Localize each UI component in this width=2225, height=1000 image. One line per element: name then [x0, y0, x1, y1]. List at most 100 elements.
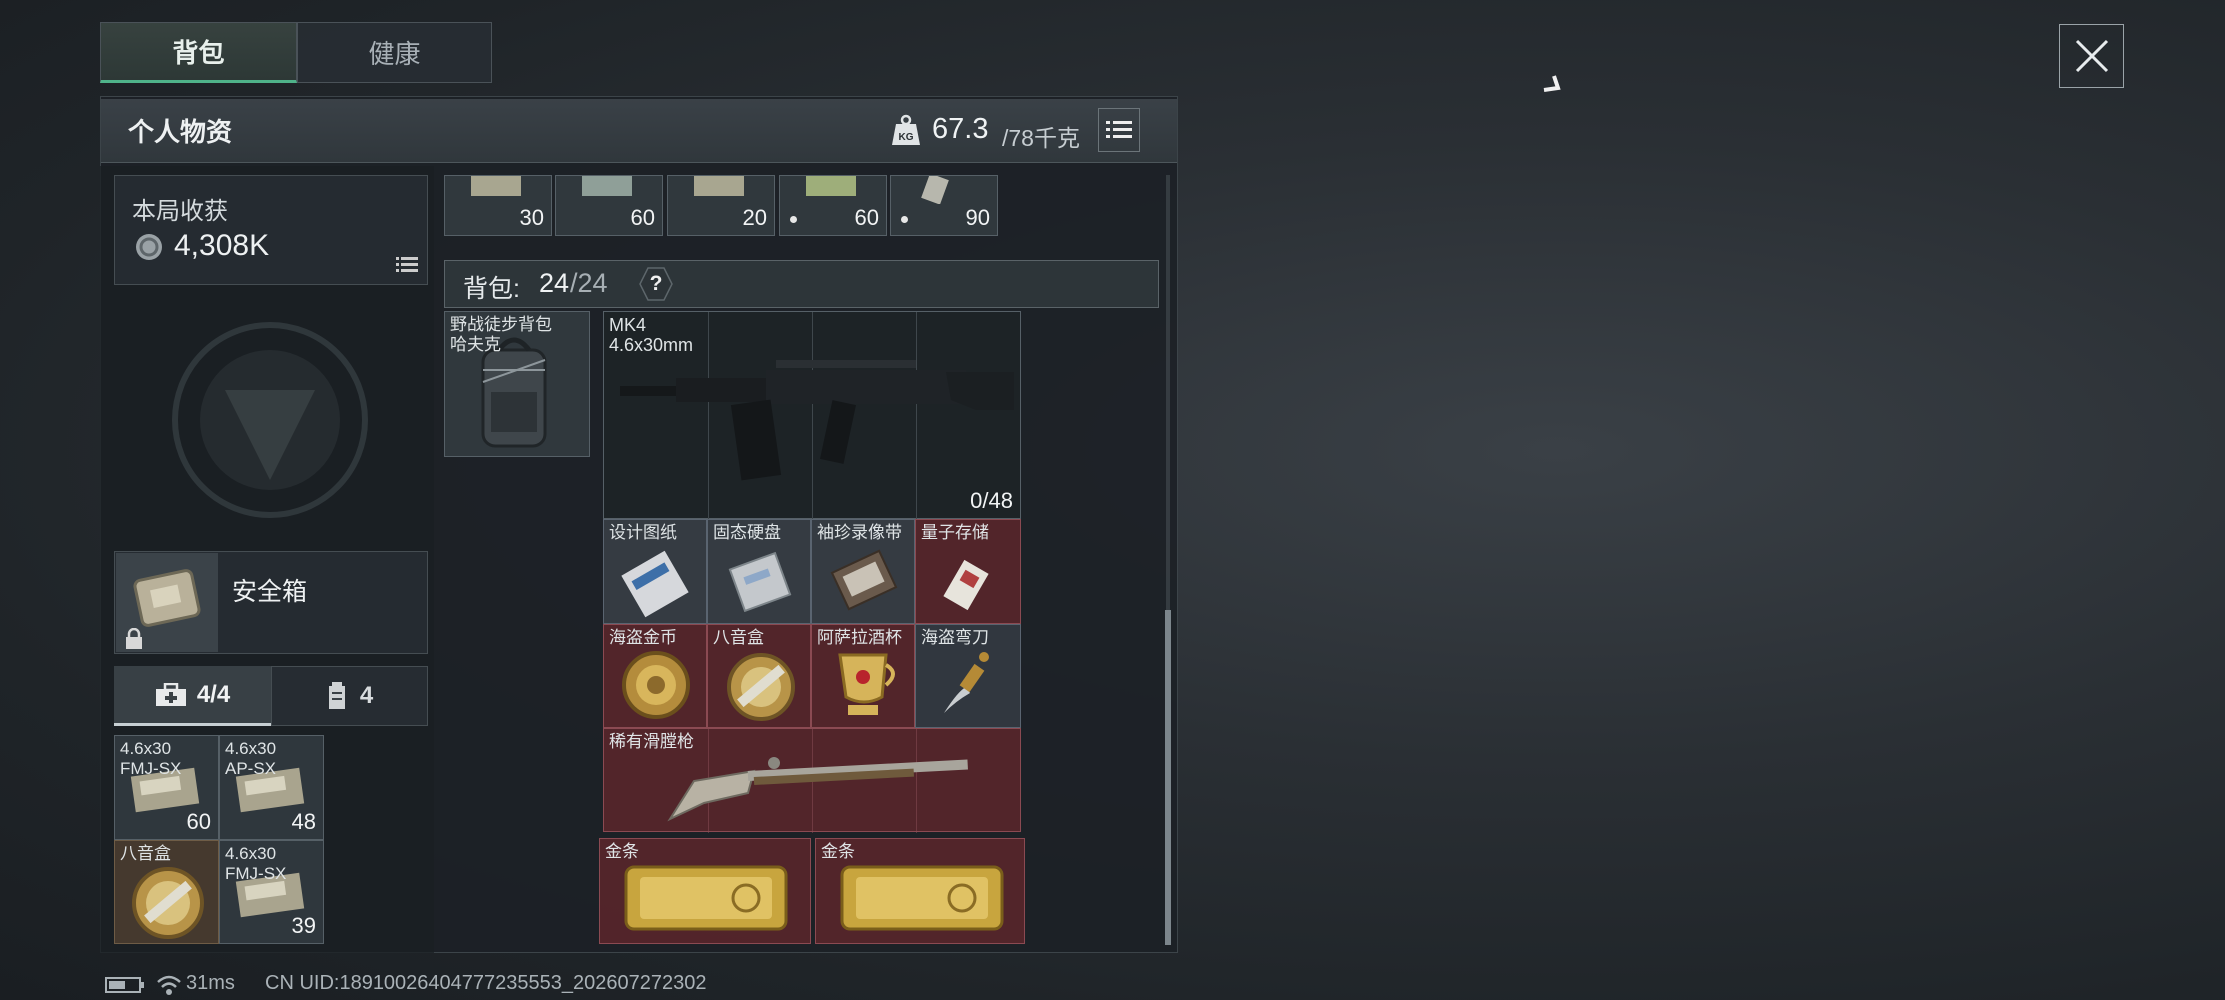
medkit-icon: [155, 682, 186, 706]
ammo-box-icon: [921, 176, 949, 204]
gold-bar-item[interactable]: 金条: [815, 838, 1025, 944]
blueprint-icon: [621, 550, 689, 618]
svg-text:KG: KG: [899, 132, 914, 143]
weapon-caliber: 4.6x30mm: [609, 335, 694, 355]
videotape-icon: [830, 549, 898, 611]
harvest-list-icon[interactable]: [396, 256, 418, 274]
tab-health[interactable]: 健康: [297, 22, 492, 83]
safe-item-ammo-fmj-2[interactable]: 4.6x30 FMJ-SX 39: [219, 840, 324, 944]
ammo-count: 60: [630, 205, 655, 230]
valuable-asara-cup[interactable]: 阿萨拉酒杯: [811, 624, 915, 728]
safe-item-label: 4.6x30 AP-SX: [225, 739, 277, 778]
backpack-capacity-bar: 背包: 24 /24 ?: [444, 260, 1159, 308]
tab-health-label: 健康: [368, 39, 421, 69]
uid-text: CN UID:18910026404777235553_202607272302: [265, 972, 707, 994]
goblet-icon: [838, 653, 895, 715]
marked-dot: [901, 216, 908, 223]
ammo-slot[interactable]: 60: [555, 175, 663, 236]
kg-weight-icon: KG: [892, 114, 920, 145]
weapon-slot[interactable]: MK4 4.6x30mm 0/48: [603, 311, 1021, 520]
weapon-ammo: 0/48: [970, 488, 1013, 513]
backpack-item-label: 野战徒步背包 哈夫克: [450, 315, 552, 354]
subtab-ammo-count: 4: [359, 682, 374, 709]
tab-backpack-label: 背包: [172, 38, 225, 68]
gold-bar-icon: [840, 865, 1004, 931]
weapon-name: MK4: [609, 315, 647, 335]
ammo-count: 30: [519, 205, 544, 230]
gold-coin-icon: [622, 651, 690, 719]
safe-item-ammo-ap[interactable]: 4.6x30 AP-SX 48: [219, 735, 324, 840]
cutlass-icon: [944, 652, 989, 713]
list-icon: [1106, 121, 1132, 138]
harvest-title: 本局收获: [132, 198, 228, 225]
scrollbar-thumb[interactable]: [1165, 610, 1171, 945]
backpack-item[interactable]: 野战徒步背包 哈夫克: [444, 311, 590, 457]
gold-bar-label: 金条: [605, 842, 639, 861]
safe-item-music-box[interactable]: 八音盒: [114, 840, 219, 944]
faction-emblem-icon: [172, 322, 368, 518]
help-button[interactable]: ?: [639, 266, 673, 302]
ammo-slot[interactable]: 20: [667, 175, 775, 236]
battery-icon: [105, 977, 144, 993]
valuable-label: 设计图纸: [609, 523, 677, 542]
safe-item-label: 八音盒: [120, 844, 171, 863]
valuable-rare-musket[interactable]: 稀有滑膛枪: [603, 728, 1021, 833]
valuable-label: 阿萨拉酒杯: [817, 628, 902, 647]
ammo-slot[interactable]: 60: [779, 175, 887, 236]
subtab-medkit[interactable]: 4/4: [114, 666, 271, 726]
subtab-ammo[interactable]: 4: [271, 666, 428, 726]
backpack-label: 背包:: [463, 275, 520, 303]
coin-icon: [136, 234, 162, 260]
ammo-box-icon: [806, 176, 856, 196]
valuable-blueprint[interactable]: 设计图纸: [603, 519, 707, 624]
backpack-capacity: /24: [570, 268, 608, 298]
valuable-label: 袖珍录像带: [817, 523, 902, 542]
gold-bar-label: 金条: [821, 842, 855, 861]
valuable-label: 八音盒: [713, 628, 764, 647]
close-icon: [2075, 39, 2108, 73]
valuable-ssd[interactable]: 固态硬盘: [707, 519, 811, 624]
valuable-pirate-coin[interactable]: 海盗金币: [603, 624, 707, 728]
safe-box-label: 安全箱: [232, 578, 308, 606]
valuable-videotape[interactable]: 袖珍录像带: [811, 519, 915, 624]
valuable-label: 量子存储: [921, 523, 989, 542]
rifle-icon: [620, 360, 1014, 481]
valuable-label: 稀有滑膛枪: [609, 732, 694, 751]
safe-item-label: 4.6x30 FMJ-SX: [120, 739, 182, 778]
harvest-value: 4,308K: [174, 229, 270, 262]
cursor-icon: [1543, 75, 1561, 92]
valuable-label: 海盗金币: [609, 628, 677, 647]
help-text: ?: [649, 272, 663, 295]
ammo-count: 90: [965, 205, 990, 230]
ammo-box-icon: [582, 176, 632, 196]
ammo-count: 20: [742, 205, 767, 230]
gold-bar-icon: [624, 865, 788, 931]
safe-item-count: 60: [186, 809, 211, 834]
ssd-icon: [728, 551, 792, 613]
ammo-box-icon: [694, 176, 744, 196]
marked-dot: [790, 216, 797, 223]
safe-item-label: 4.6x30 FMJ-SX: [225, 844, 287, 883]
sort-menu-button[interactable]: [1098, 108, 1140, 152]
quantum-storage-icon: [943, 559, 989, 611]
close-button[interactable]: [2059, 24, 2124, 88]
gold-bar-item[interactable]: 金条: [599, 838, 811, 944]
valuable-pirate-cutlass[interactable]: 海盗弯刀: [915, 624, 1021, 728]
valuable-quantum-storage[interactable]: 量子存储: [915, 519, 1021, 624]
music-box-icon: [132, 867, 204, 939]
weight-current: 67.3: [932, 113, 989, 145]
backpack-count: 24: [539, 268, 570, 298]
ammo-box-icon: [471, 176, 521, 196]
music-box-icon: [727, 653, 795, 721]
valuable-label: 固态硬盘: [713, 523, 781, 542]
ammo-slot[interactable]: 90: [890, 175, 998, 236]
safe-item-count: 39: [291, 913, 316, 938]
musket-icon: [667, 757, 968, 822]
valuable-music-box[interactable]: 八音盒: [707, 624, 811, 728]
safe-item-ammo-fmj[interactable]: 4.6x30 FMJ-SX 60: [114, 735, 219, 840]
lock-icon: [126, 628, 142, 649]
ammo-slot[interactable]: 30: [444, 175, 552, 236]
ping-text: 31ms: [186, 972, 235, 994]
tab-backpack[interactable]: 背包: [100, 22, 297, 83]
magazine-icon: [328, 682, 345, 709]
